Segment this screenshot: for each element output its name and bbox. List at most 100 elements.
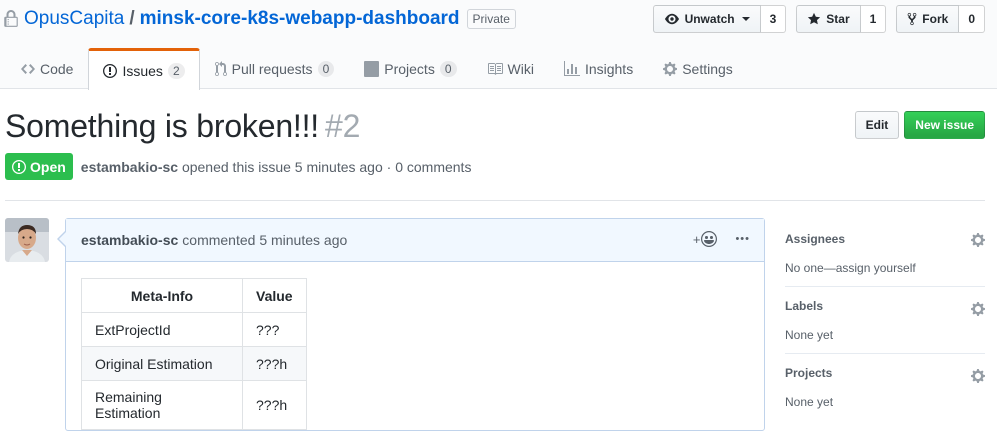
comment-actions: + ••• [693, 231, 750, 247]
repo-actions: Unwatch 3 Star 1 Fork 0 [652, 5, 985, 33]
repo-title: OpusCapita / minsk-core-k8s-webapp-dashb… [4, 6, 516, 32]
tab-settings-label: Settings [682, 61, 733, 77]
table-cell: ???h [242, 346, 307, 381]
comment-author-link[interactable]: estambakio-sc [81, 232, 178, 248]
tab-issues-label: Issues [122, 62, 163, 79]
tab-pull-requests[interactable]: Pull requests 0 [200, 48, 350, 89]
comment-body: Meta-Info Value ExtProjectId ??? Origina… [66, 262, 764, 435]
watch-group: Unwatch 3 [652, 5, 787, 33]
tab-projects-label: Projects [384, 61, 435, 77]
status-badge: Open [5, 153, 73, 180]
table-cell: Original Estimation [81, 346, 243, 381]
repo-name-link[interactable]: minsk-core-k8s-webapp-dashboard [140, 8, 460, 30]
issue-author-link[interactable]: estambakio-sc [81, 159, 178, 175]
tab-code[interactable]: Code [6, 48, 88, 89]
table-cell: ExtProjectId [81, 312, 243, 347]
watchers-count[interactable]: 3 [760, 5, 787, 33]
repo-header: OpusCapita / minsk-core-k8s-webapp-dashb… [0, 0, 997, 90]
issue-opened-icon [12, 159, 26, 174]
unwatch-label: Unwatch [684, 12, 735, 26]
table-cell: ??? [242, 312, 307, 347]
meta-info-table: Meta-Info Value ExtProjectId ??? Origina… [81, 278, 307, 430]
edit-button[interactable]: Edit [854, 111, 900, 139]
tab-wiki-label: Wiki [507, 61, 534, 77]
gear-icon[interactable] [971, 368, 985, 384]
avatar-image [5, 218, 49, 262]
forks-count[interactable]: 0 [959, 5, 985, 33]
code-icon [21, 64, 35, 74]
add-reaction-button[interactable]: + [693, 231, 718, 247]
table-header-cell: Value [242, 278, 307, 313]
private-badge: Private [466, 9, 516, 29]
table-row: Original Estimation ???h [81, 346, 307, 381]
eye-icon [664, 13, 679, 25]
sidebar-assignees: Assignees No one—assign yourself [785, 218, 985, 287]
tab-issues[interactable]: Issues 2 [88, 48, 200, 90]
comment-header: estambakio-sc commented 5 minutes ago [66, 219, 764, 262]
gear-icon[interactable] [971, 301, 985, 317]
table-header-row: Meta-Info Value [81, 278, 307, 313]
repo-separator: / [129, 8, 135, 29]
stargazers-count[interactable]: 1 [860, 5, 887, 33]
plus-label: + [692, 231, 701, 247]
issue-comment: estambakio-sc commented 5 minutes ago + … [57, 218, 765, 431]
projects-heading[interactable]: Projects [785, 366, 985, 380]
issue-header-actions: Edit New issue [854, 111, 985, 139]
issue-number: #2 [325, 108, 361, 144]
table-row: ExtProjectId ??? [81, 312, 307, 347]
issue-title: Something is broken!!! #2 [5, 108, 360, 145]
tab-projects[interactable]: Projects 0 [349, 48, 471, 89]
fork-button[interactable]: Fork [896, 5, 960, 33]
smiley-icon [701, 231, 718, 247]
labels-value: None yet [785, 328, 834, 342]
tab-code-label: Code [40, 61, 74, 77]
table-cell: Remaining Estimation [81, 380, 243, 430]
issues-counter: 2 [167, 62, 185, 79]
tab-wiki[interactable]: Wiki [472, 48, 549, 89]
comment-timestamp[interactable]: commented 5 minutes ago [182, 232, 347, 248]
header-divider [5, 200, 985, 201]
labels-heading[interactable]: Labels [785, 299, 985, 313]
repo-nav: Code Issues 2 Pull requests 0 Projects 0… [6, 48, 748, 90]
star-button[interactable]: Star [796, 5, 861, 33]
issue-meta-text: opened this issue 5 minutes ago · 0 comm… [181, 158, 472, 175]
chevron-down-icon [741, 17, 750, 21]
issue-opened-icon [103, 63, 118, 78]
table-cell: ???h [242, 380, 307, 430]
sidebar-projects: Projects None yet [785, 354, 985, 420]
repo-owner-link[interactable]: OpusCapita [24, 8, 124, 30]
projects-value: None yet [785, 395, 834, 409]
table-header-cell: Meta-Info [81, 278, 243, 313]
issue-title-text: Something is broken!!! [5, 108, 319, 144]
gear-icon [663, 62, 678, 76]
tab-settings[interactable]: Settings [648, 48, 748, 89]
unwatch-button[interactable]: Unwatch [652, 5, 761, 33]
assignees-heading[interactable]: Assignees [785, 232, 985, 246]
new-issue-button[interactable]: New issue [904, 111, 985, 139]
sidebar-labels: Labels None yet [785, 287, 985, 354]
issue-meta: Open estambakio-sc opened this issue 5 m… [5, 153, 471, 180]
pull-requests-counter: 0 [317, 61, 335, 77]
star-label: Star [826, 12, 850, 26]
project-icon [364, 61, 380, 77]
assignees-value[interactable]: No one—assign yourself [785, 261, 985, 275]
tab-insights-label: Insights [584, 61, 634, 77]
graph-icon [563, 61, 580, 76]
issue-sidebar: Assignees No one—assign yourself Labels … [785, 218, 985, 420]
tab-insights[interactable]: Insights [549, 48, 648, 89]
avatar[interactable] [5, 218, 49, 262]
status-label: Open [30, 158, 66, 175]
star-icon [808, 12, 821, 25]
more-options-icon[interactable]: ••• [735, 233, 750, 245]
git-pull-request-icon [214, 61, 227, 77]
table-row: Remaining Estimation ???h [81, 380, 307, 430]
tab-pull-requests-label: Pull requests [231, 61, 313, 77]
book-icon [487, 63, 503, 75]
fork-label: Fork [922, 12, 949, 26]
fork-group: Fork 0 [896, 5, 985, 33]
lock-icon [4, 10, 18, 27]
gear-icon[interactable] [971, 232, 985, 248]
star-group: Star 1 [796, 5, 887, 33]
projects-counter: 0 [439, 61, 457, 77]
repo-forked-icon [907, 12, 917, 26]
